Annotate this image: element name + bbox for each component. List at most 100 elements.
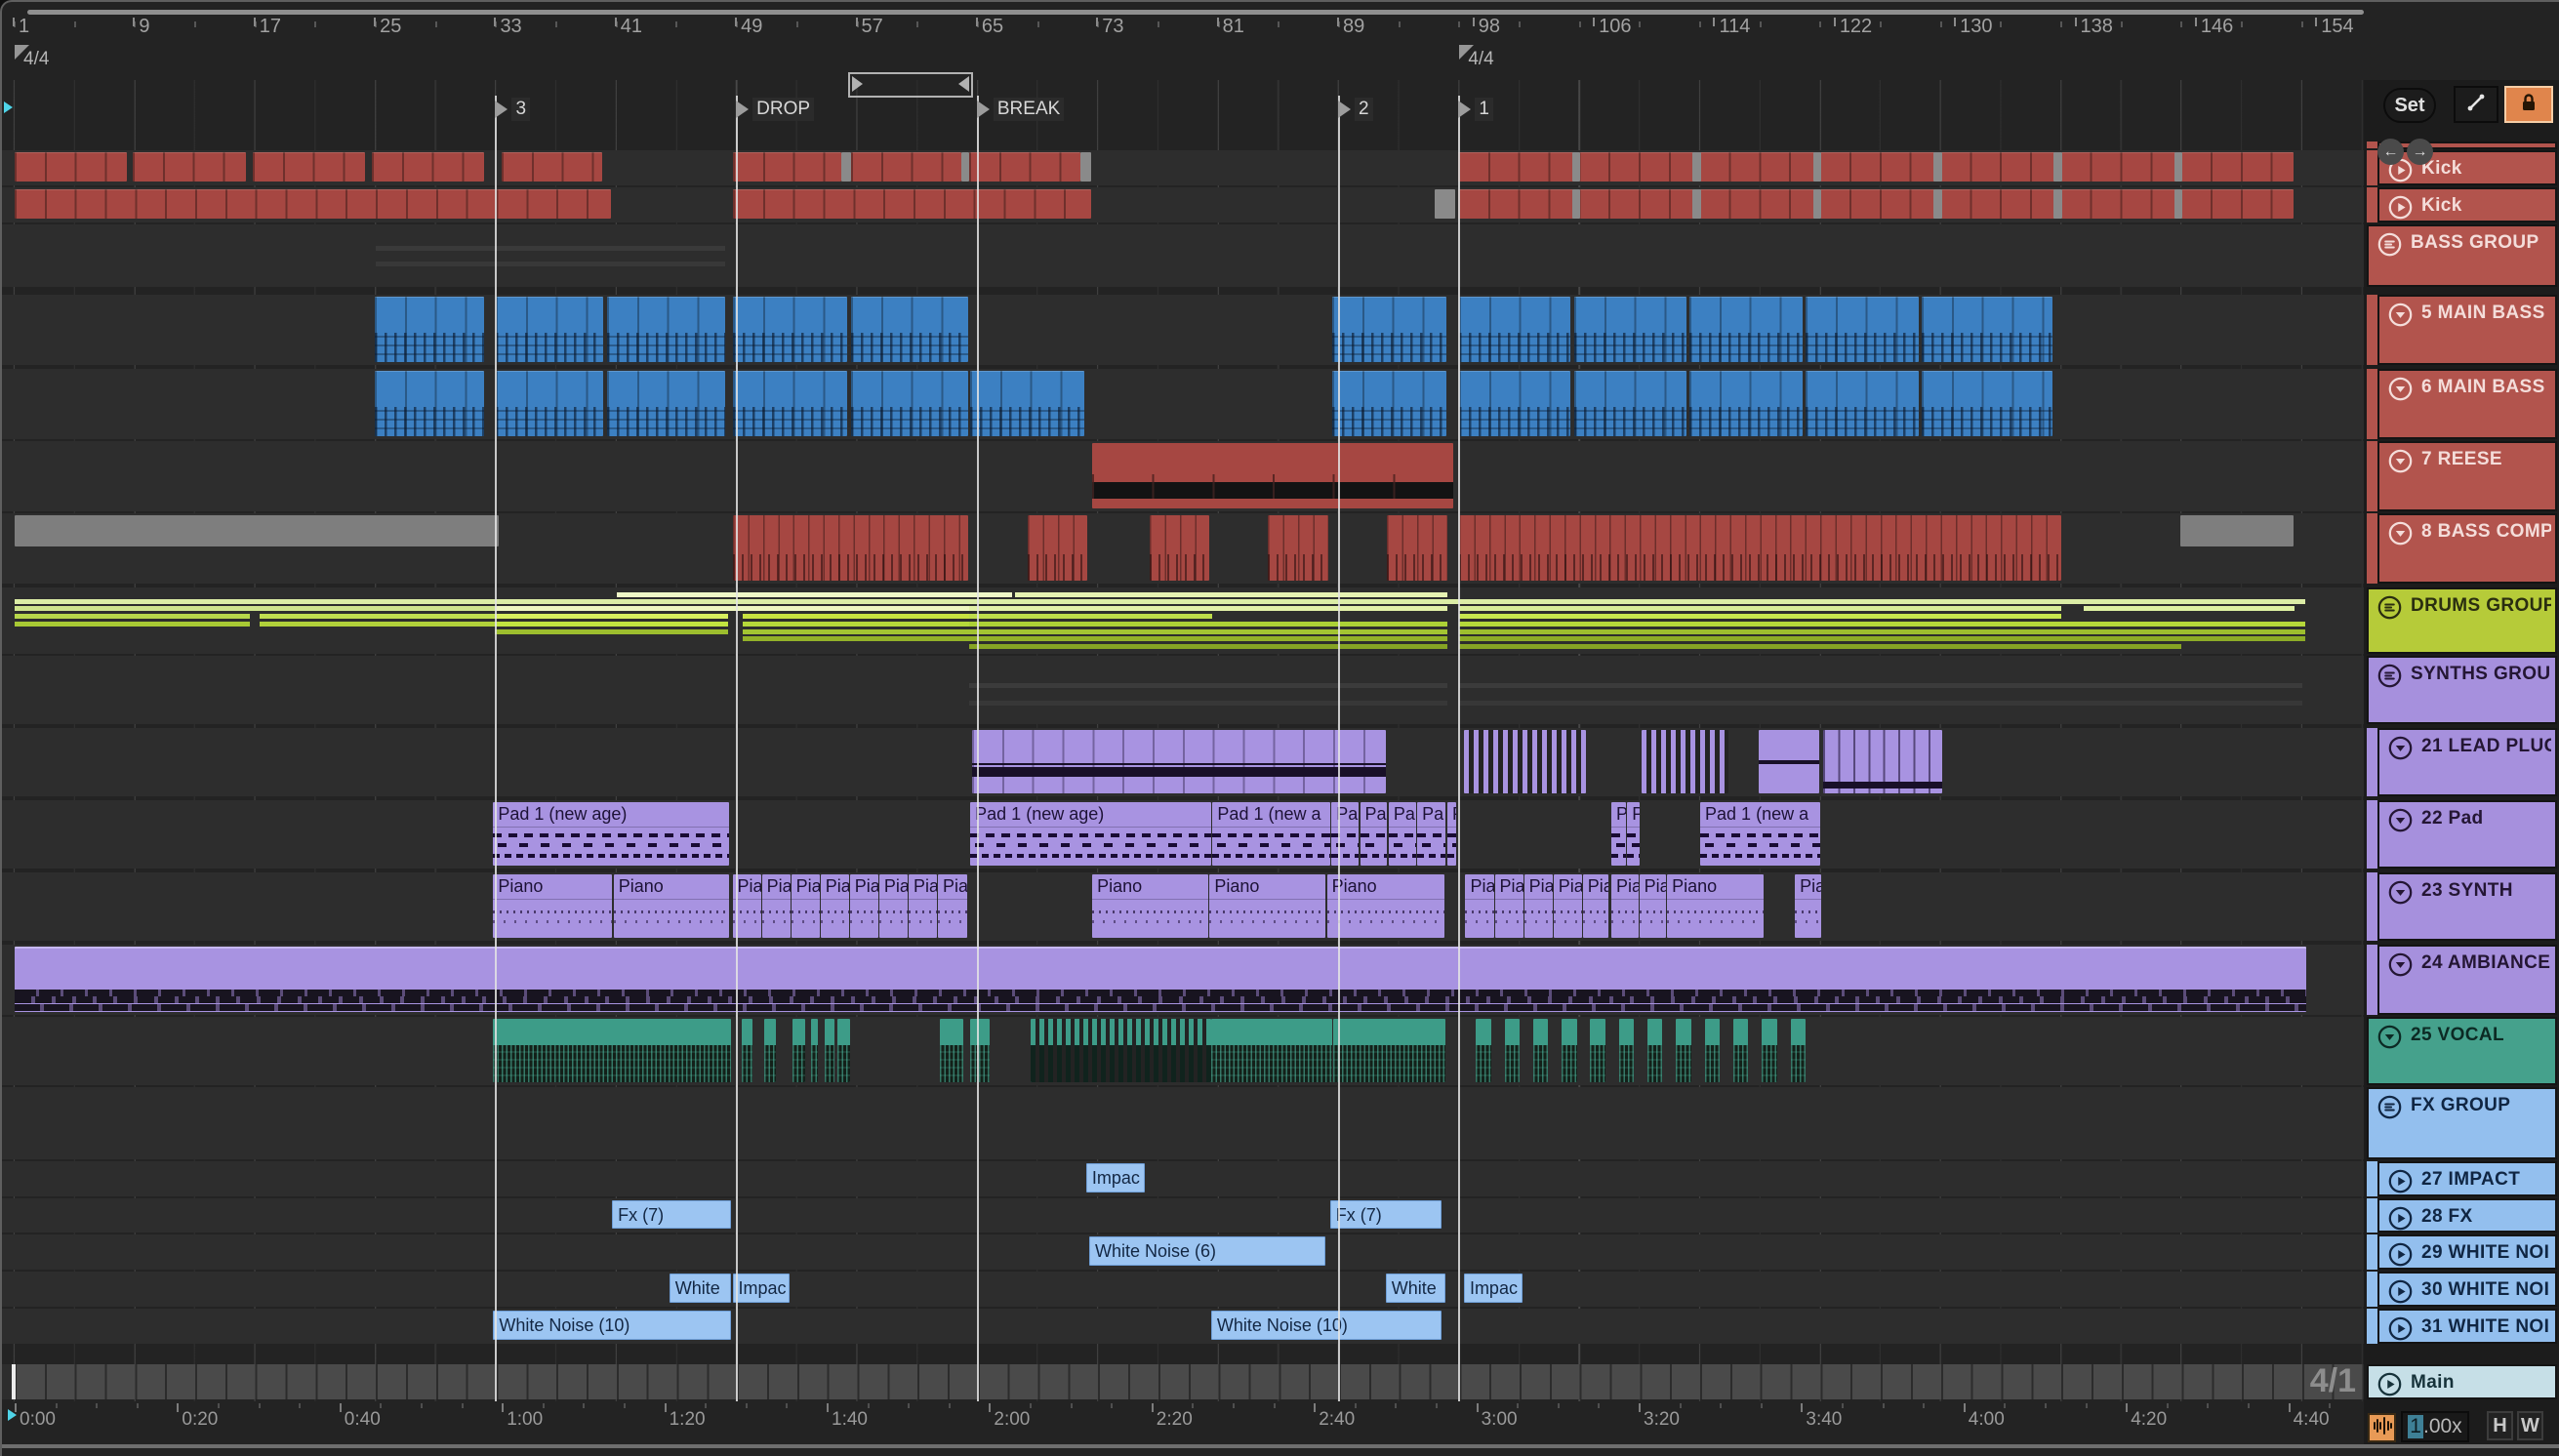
track-header-wn30[interactable]: 30 WHITE NOI	[2377, 1272, 2557, 1307]
play-icon[interactable]	[2387, 1168, 2414, 1199]
clip-vocal[interactable]	[792, 1019, 805, 1082]
clip-kick[interactable]	[851, 152, 961, 182]
clip-pianosm[interactable]: Pia	[1523, 874, 1553, 938]
clip-vocal[interactable]	[1504, 1019, 1520, 1082]
track-lane-wn31[interactable]	[2, 1309, 2364, 1344]
track-lane-fxgroup[interactable]	[2, 1087, 2364, 1159]
clip-ksep[interactable]	[1692, 152, 1701, 182]
clip-padsm[interactable]: Pa	[1388, 802, 1416, 866]
clip-piano[interactable]: Piano	[613, 874, 730, 938]
group-icon[interactable]	[2376, 663, 2403, 694]
clip-compfull[interactable]	[1027, 515, 1088, 581]
clip-kick[interactable]	[15, 189, 611, 219]
track-header-bassgroup[interactable]: BASS GROUP	[2367, 224, 2557, 287]
clip-pianosm[interactable]: Pia	[938, 874, 968, 938]
clip-leadst[interactable]	[1463, 730, 1586, 793]
clip-pianosm[interactable]: Pia	[1494, 874, 1523, 938]
clip-blue[interactable]	[1921, 371, 2052, 436]
midi-track-icon[interactable]	[2387, 376, 2414, 407]
clip-pianosm[interactable]: Pia	[878, 874, 909, 938]
clip-ksep[interactable]	[1434, 189, 1455, 219]
locator-flag-2[interactable]: 2	[1337, 98, 1373, 121]
clip-blue[interactable]	[1689, 297, 1803, 362]
clip-pianosm[interactable]: Pia	[908, 874, 938, 938]
clip-vocal[interactable]	[1762, 1019, 1777, 1082]
midi-track-icon[interactable]	[2387, 951, 2414, 983]
clip-compfull[interactable]	[1268, 515, 1329, 581]
clip-ksep[interactable]	[2053, 152, 2062, 182]
clip-fxclip[interactable]: White	[669, 1274, 731, 1303]
midi-track-icon[interactable]	[2387, 735, 2414, 766]
clip-vocal[interactable]	[1476, 1019, 1491, 1082]
clip-vocal[interactable]	[1562, 1019, 1577, 1082]
midi-track-icon[interactable]	[2387, 520, 2414, 551]
track-header-vocal[interactable]: 25 VOCAL	[2367, 1017, 2557, 1085]
clip-vocal[interactable]	[1676, 1019, 1691, 1082]
track-lane-fx28[interactable]	[2, 1198, 2364, 1233]
clip-vocal[interactable]	[940, 1019, 964, 1082]
clip-pad[interactable]: Pad 1 (new age)	[970, 802, 1211, 866]
clip-fxclip[interactable]: White Noise (10)	[493, 1311, 731, 1340]
clip-padsm[interactable]: Pa	[1331, 802, 1359, 866]
clip-ksep[interactable]	[1933, 152, 1942, 182]
track-lane-main[interactable]: 4/1	[2, 1362, 2364, 1399]
clip-vocal[interactable]	[1590, 1019, 1605, 1082]
locator-flag-break[interactable]: BREAK	[976, 98, 1065, 121]
clip-pad[interactable]: Pad 1 (new age)	[493, 802, 730, 866]
track-header-lead[interactable]: 21 LEAD PLUC	[2377, 728, 2557, 796]
lock-envelopes-button[interactable]	[2504, 86, 2553, 123]
clip-ksep[interactable]	[2053, 189, 2062, 219]
clip-kick[interactable]	[372, 152, 485, 182]
clip-padsm[interactable]: P	[1611, 802, 1626, 866]
clip-fxclip[interactable]: Impac	[732, 1274, 791, 1303]
clip-kick[interactable]	[732, 189, 1091, 219]
clip-vocal[interactable]	[1210, 1019, 1332, 1082]
track-lane-synths[interactable]	[2, 656, 2364, 724]
clip-vocal[interactable]	[741, 1019, 753, 1082]
clip-ksep[interactable]	[1571, 189, 1581, 219]
clip-vocal[interactable]	[493, 1019, 731, 1082]
clip-pianosm[interactable]: Pia	[1611, 874, 1639, 938]
loop-brace[interactable]	[848, 72, 973, 98]
clip-amb[interactable]	[15, 947, 2307, 1012]
clip-vocal[interactable]	[1532, 1019, 1549, 1082]
clip-blue[interactable]	[606, 297, 725, 362]
play-icon[interactable]	[2387, 1278, 2414, 1310]
track-header-amb[interactable]: 24 AMBIANCE	[2377, 945, 2557, 1015]
clip-padsm[interactable]: Pa	[1417, 802, 1446, 866]
midi-track-icon[interactable]	[2387, 879, 2414, 910]
group-icon[interactable]	[2376, 231, 2403, 263]
clip-fxclip[interactable]: White Noise (10)	[1210, 1311, 1442, 1340]
clip-vocal[interactable]	[810, 1019, 818, 1082]
clip-vocal[interactable]	[824, 1019, 834, 1082]
clip-pianosm[interactable]: Pia	[849, 874, 879, 938]
clip-fxclip[interactable]: White	[1385, 1274, 1446, 1303]
play-icon[interactable]	[2387, 1315, 2414, 1347]
clip-ksep[interactable]	[1812, 152, 1822, 182]
track-lane-wn30[interactable]	[2, 1272, 2364, 1307]
playback-speed-field[interactable]: 1.00x	[2401, 1411, 2469, 1442]
main-track-lane[interactable]	[15, 1364, 2364, 1399]
clip-blue[interactable]	[1805, 371, 1919, 436]
clip-blue[interactable]	[732, 297, 847, 362]
clip-ksep[interactable]	[840, 152, 852, 182]
clip-blue[interactable]	[1332, 297, 1447, 362]
clip-pianosm[interactable]: Pia	[791, 874, 820, 938]
clip-piano[interactable]: Piano	[493, 874, 613, 938]
clip-piano[interactable]: Piano	[1209, 874, 1326, 938]
forward-button[interactable]: →	[2407, 139, 2433, 165]
clip-pianosm[interactable]: Pia	[1465, 874, 1494, 938]
clip-blue[interactable]	[496, 371, 603, 436]
clip-vocal[interactable]	[1332, 1019, 1446, 1082]
midi-track-icon[interactable]	[2387, 302, 2414, 333]
clip-ksep[interactable]	[1692, 189, 1701, 219]
clip-blue[interactable]	[606, 371, 725, 436]
clip-kick[interactable]	[15, 152, 127, 182]
clip-blue[interactable]	[850, 371, 968, 436]
clip-kick[interactable]	[1457, 189, 2294, 219]
clip-ksep[interactable]	[1079, 152, 1091, 182]
clip-vocal[interactable]	[1704, 1019, 1721, 1082]
clip-leadblock[interactable]	[1759, 730, 1819, 793]
clip-vocalst[interactable]	[1030, 1019, 1211, 1082]
clip-compfull[interactable]	[732, 515, 968, 581]
